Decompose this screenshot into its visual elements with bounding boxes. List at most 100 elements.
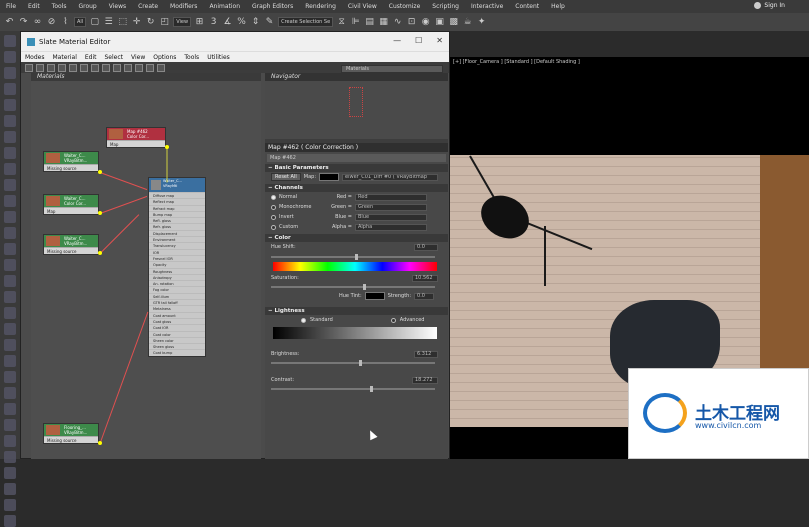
menu-tools[interactable]: Tools — [52, 3, 67, 10]
undo-icon[interactable]: ↶ — [4, 17, 15, 28]
map-name-field[interactable]: Map #462 — [267, 154, 446, 162]
menu-modifiers[interactable]: Modifiers — [170, 3, 197, 10]
snap-icon[interactable]: 3 — [208, 17, 219, 28]
link-icon[interactable] — [4, 483, 16, 495]
channel-mode-radio[interactable] — [271, 204, 276, 210]
strength-field[interactable]: 0.0 — [414, 292, 435, 300]
info-icon[interactable] — [4, 499, 16, 511]
sme-menu-view[interactable]: View — [131, 54, 145, 61]
reference-coord-dropdown[interactable]: View — [173, 17, 192, 27]
hierarchy-icon[interactable] — [4, 67, 16, 79]
schematic-icon[interactable]: ⊡ — [406, 17, 417, 28]
utilities-icon[interactable] — [4, 115, 16, 127]
channels-rollout[interactable]: − Channels — [265, 184, 448, 192]
render-frame-icon[interactable]: ▩ — [448, 17, 459, 28]
saturation-field[interactable]: 10.562 — [412, 274, 438, 282]
maximize-icon[interactable]: ☐ — [415, 36, 422, 45]
sme-menu-edit[interactable]: Edit — [85, 54, 97, 61]
channel-dropdown[interactable]: Green — [355, 203, 427, 211]
channel-dropdown[interactable]: Red — [355, 193, 427, 201]
node-vraymtl[interactable]: Waiter_C... VRayMtl Diffuse map Reflect ma… — [148, 177, 206, 357]
sign-in[interactable]: Sign In — [754, 2, 785, 9]
motion-icon[interactable] — [4, 83, 16, 95]
channel-mode-radio[interactable] — [271, 194, 276, 200]
close-icon[interactable]: ✕ — [436, 36, 443, 45]
output-slot[interactable] — [98, 170, 102, 174]
select-icon[interactable]: ▢ — [89, 17, 100, 28]
output-slot[interactable] — [98, 441, 102, 445]
map-color-swatch[interactable] — [319, 173, 340, 181]
rotate-icon[interactable]: ↻ — [145, 17, 156, 28]
percent-snap-icon[interactable]: % — [236, 17, 247, 28]
sort-icon[interactable] — [157, 63, 165, 72]
hue-shift-slider[interactable] — [271, 254, 435, 260]
menu-rendering[interactable]: Rendering — [305, 3, 336, 10]
render-production-icon[interactable]: ✦ — [476, 17, 487, 28]
sphere-icon[interactable] — [4, 147, 16, 159]
freeze-icon[interactable] — [4, 451, 16, 463]
render-icon[interactable] — [4, 307, 16, 319]
named-selection-dropdown[interactable]: Create Selection Se — [278, 17, 334, 27]
node-waiter-bitmap-2[interactable]: Waiter_C... VRayBitm... Missing source — [43, 234, 99, 255]
sme-menu-utilities[interactable]: Utilities — [207, 54, 230, 61]
hue-shift-field[interactable]: 0.0 — [414, 243, 438, 251]
render-setup-icon[interactable]: ▣ — [434, 17, 445, 28]
display-icon[interactable] — [4, 99, 16, 111]
minimize-icon[interactable]: — — [393, 36, 401, 45]
selection-filter-dropdown[interactable]: All — [74, 17, 87, 27]
menu-help[interactable]: Help — [551, 3, 565, 10]
region-icon[interactable]: ⬚ — [117, 17, 128, 28]
unlink-icon[interactable]: ⊘ — [46, 17, 57, 28]
map-slot-button[interactable]: eiwer_C01_Diff #0 ( VRayBitmap — [342, 173, 439, 181]
menu-content[interactable]: Content — [515, 3, 539, 10]
node-waiter-bitmap-1[interactable]: Waiter_C... VRayBitm... Missing source — [43, 151, 99, 172]
menu-group[interactable]: Group — [78, 3, 96, 10]
materials-view[interactable]: Materials Map #462 Color Cor... Map Waite… — [31, 73, 261, 459]
angle-snap-icon[interactable]: ∡ — [222, 17, 233, 28]
material-icon[interactable] — [4, 259, 16, 271]
redo-icon[interactable]: ↷ — [18, 17, 29, 28]
layer-icon[interactable] — [4, 291, 16, 303]
vraymtl-slot[interactable]: Coat bump — [149, 349, 205, 355]
pivot-icon[interactable]: ⊞ — [194, 17, 205, 28]
camera-icon[interactable] — [4, 195, 16, 207]
reset-all-button[interactable]: Reset All — [271, 173, 301, 181]
menu-file[interactable]: File — [6, 3, 16, 10]
channel-dropdown[interactable]: Alpha — [355, 223, 427, 231]
hide-icon[interactable] — [4, 467, 16, 479]
select-icon[interactable] — [25, 63, 33, 72]
materials-dropdown[interactable]: Materials — [341, 65, 443, 73]
params-icon[interactable] — [124, 63, 132, 72]
hide-icon[interactable] — [69, 63, 77, 72]
curve-editor-icon[interactable]: ∿ — [392, 17, 403, 28]
select-by-name-icon[interactable]: ☰ — [103, 17, 114, 28]
output-slot[interactable] — [98, 211, 102, 215]
sme-menu-tools[interactable]: Tools — [184, 54, 199, 61]
output-slot[interactable] — [98, 251, 102, 255]
sme-menu-material[interactable]: Material — [52, 54, 76, 61]
menu-scripting[interactable]: Scripting — [432, 3, 459, 10]
grid-icon[interactable] — [4, 339, 16, 351]
menu-customize[interactable]: Customize — [389, 3, 421, 10]
move-icon[interactable]: ✛ — [131, 17, 142, 28]
sme-menu-options[interactable]: Options — [153, 54, 176, 61]
color-rollout[interactable]: − Color — [265, 234, 448, 242]
advanced-radio[interactable] — [390, 317, 396, 323]
brightness-field[interactable]: 6.312 — [414, 350, 438, 358]
brightness-slider[interactable] — [271, 360, 435, 366]
align-icon[interactable]: ⊫ — [350, 17, 361, 28]
layout-icon[interactable] — [58, 63, 66, 72]
spinner-snap-icon[interactable]: ⇕ — [250, 17, 261, 28]
node-map-462[interactable]: Map #462 Color Cor... Map — [106, 127, 166, 148]
sme-menu-select[interactable]: Select — [104, 54, 123, 61]
contrast-slider[interactable] — [271, 386, 435, 392]
systems-icon[interactable] — [4, 243, 16, 255]
align-icon[interactable] — [4, 371, 16, 383]
output-slot[interactable] — [165, 145, 169, 149]
helper-icon[interactable] — [4, 211, 16, 223]
map-icon[interactable] — [146, 63, 154, 72]
standard-radio[interactable] — [301, 317, 306, 323]
named-selection-icon[interactable]: ✎ — [264, 17, 275, 28]
scene-icon[interactable] — [4, 275, 16, 287]
layer-icon[interactable]: ▤ — [364, 17, 375, 28]
